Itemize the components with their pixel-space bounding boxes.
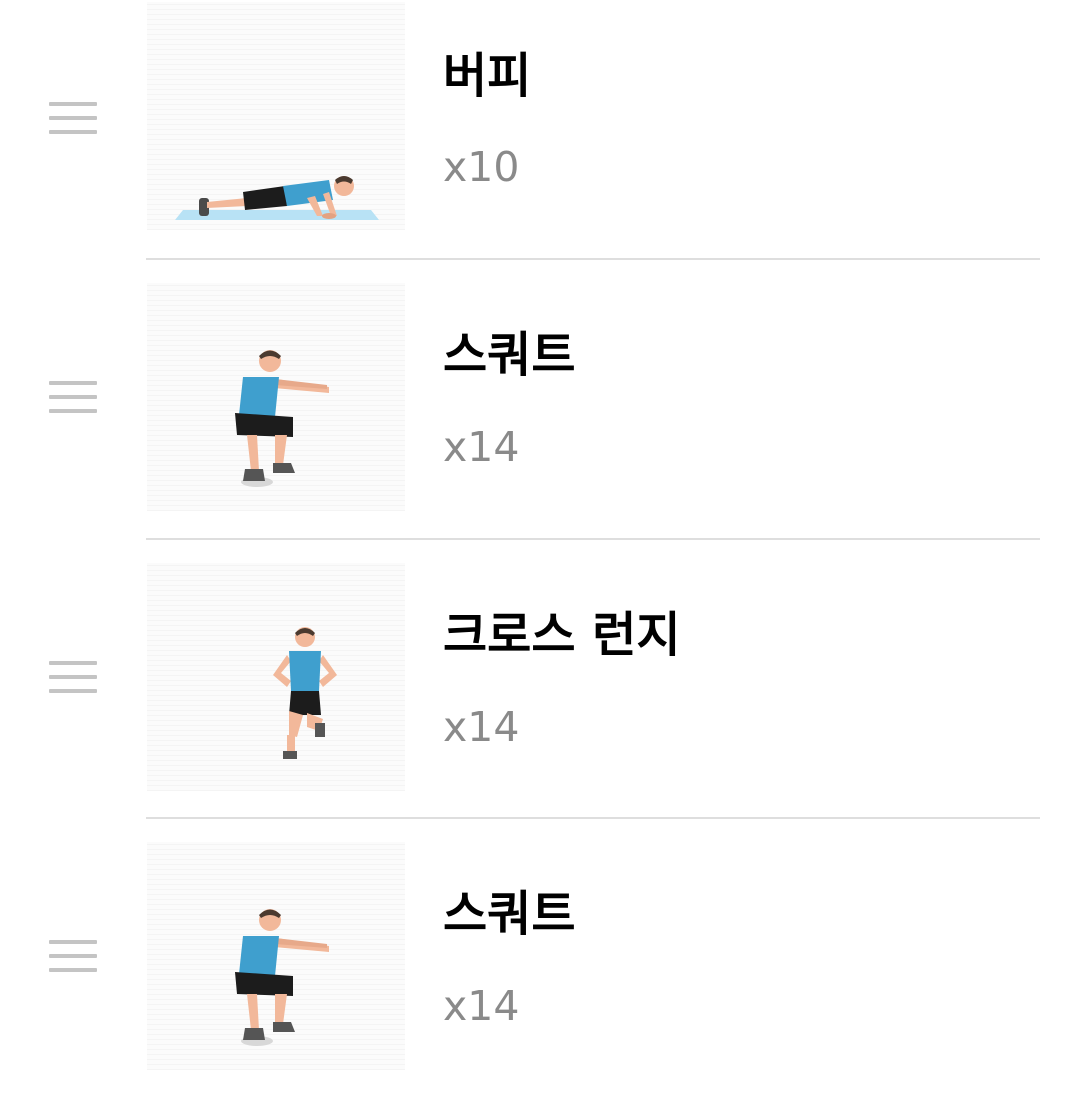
exercise-name: 스쿼트 [443,886,576,942]
drag-handle-icon[interactable] [49,381,97,415]
drag-handle-icon[interactable] [49,661,97,695]
exercise-row[interactable]: 버피 x10 [0,0,1077,280]
cross-lunge-figure [273,627,337,759]
exercise-name: 크로스 런지 [443,607,681,663]
exercise-illustration-burpee [147,2,405,230]
exercise-row[interactable]: 스쿼트 x14 [0,259,1077,539]
exercise-reps: x10 [443,143,520,191]
push-up-position-figure [175,176,379,220]
exercise-illustration-squat [147,283,405,511]
exercise-reps: x14 [443,982,520,1030]
squat-figure [235,909,329,1046]
exercise-row[interactable]: 스쿼트 x14 [0,818,1077,1098]
exercise-reps: x14 [443,423,520,471]
exercise-illustration-cross-lunge [147,563,405,791]
squat-figure [235,350,329,487]
exercise-row[interactable]: 크로스 런지 x14 [0,539,1077,819]
drag-handle-icon[interactable] [49,940,97,974]
exercise-list: 버피 x10 스쿼트 x14 크로스 런지 x14 스쿼트 x14 [0,0,1077,1079]
exercise-name: 버피 [443,48,532,104]
drag-handle-icon[interactable] [49,102,97,136]
exercise-illustration-squat [147,842,405,1070]
exercise-name: 스쿼트 [443,327,576,383]
exercise-reps: x14 [443,703,520,751]
